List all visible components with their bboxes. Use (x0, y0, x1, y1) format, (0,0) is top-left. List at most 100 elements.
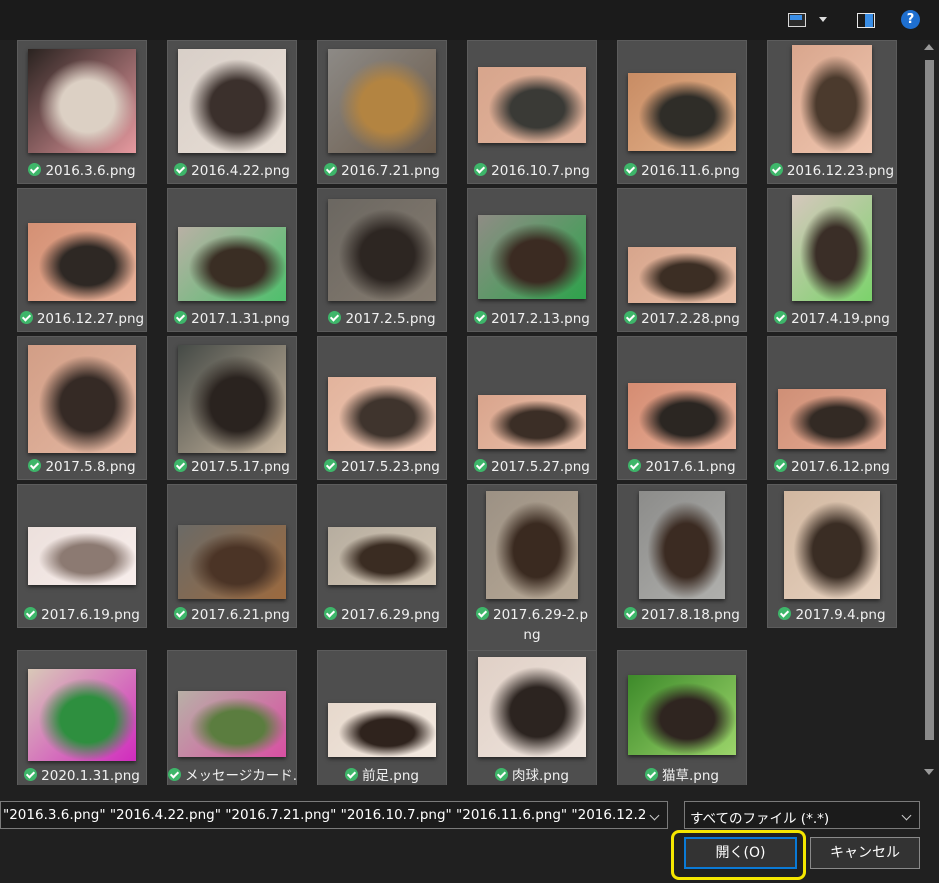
file-name: 2017.8.18.png (641, 607, 740, 623)
file-thumbnail[interactable] (28, 345, 136, 453)
file-thumbnail[interactable] (792, 45, 872, 153)
file-name: 2017.5.17.png (191, 459, 290, 475)
selected-check-icon (174, 163, 188, 176)
file-thumbnail[interactable] (639, 491, 725, 599)
file-thumbnail[interactable] (478, 215, 586, 299)
dialog-footer: "2016.3.6.png" "2016.4.22.png" "2016.7.2… (0, 785, 939, 883)
vertical-scrollbar[interactable] (920, 40, 939, 785)
file-tile[interactable]: 2017.6.19.png (17, 484, 147, 628)
file-name: 猫草.png (662, 768, 719, 784)
file-thumbnail[interactable] (28, 49, 136, 153)
filetype-select[interactable]: すべてのファイル (*.*) (684, 801, 920, 829)
file-tile[interactable]: 2017.5.17.png (167, 336, 297, 480)
preview-pane-icon[interactable] (857, 10, 875, 30)
file-thumbnail[interactable] (328, 199, 436, 301)
file-label: 2017.2.13.png (468, 310, 596, 328)
file-tile[interactable]: 2016.4.22.png (167, 40, 297, 184)
selected-check-icon (475, 607, 489, 620)
file-tile[interactable]: 2017.4.19.png (767, 188, 897, 332)
file-tile[interactable]: 猫草.png (617, 650, 747, 785)
file-tile[interactable]: 2016.10.7.png (467, 40, 597, 184)
file-name: 2017.6.29-2.png (492, 607, 589, 643)
file-thumbnail[interactable] (784, 491, 880, 599)
file-tile[interactable]: 2017.6.12.png (767, 336, 897, 480)
filetype-dropdown-icon[interactable] (897, 802, 919, 828)
file-tile[interactable]: 2017.5.27.png (467, 336, 597, 480)
file-tile[interactable]: 2017.6.21.png (167, 484, 297, 628)
file-thumbnail[interactable] (28, 669, 136, 761)
file-label: 2017.5.8.png (18, 458, 146, 476)
file-tile[interactable]: 2017.1.31.png (167, 188, 297, 332)
scroll-down-icon[interactable] (924, 769, 934, 777)
file-tile[interactable]: 2017.2.28.png (617, 188, 747, 332)
file-label: 2016.3.6.png (18, 162, 146, 180)
file-tile[interactable]: 2020.1.31.png (17, 650, 147, 785)
filename-dropdown-icon[interactable] (645, 802, 667, 828)
file-label: メッセージカード. (168, 767, 297, 785)
file-thumbnail[interactable] (178, 227, 286, 301)
file-thumbnail[interactable] (792, 195, 872, 301)
file-tile[interactable]: 2017.6.29-2.png (467, 484, 597, 651)
scrollbar-thumb[interactable] (925, 60, 934, 740)
file-tile[interactable]: 2017.6.29.png (317, 484, 447, 628)
file-name: 2016.4.22.png (191, 163, 290, 179)
scroll-up-icon[interactable] (924, 44, 934, 52)
file-label: 2017.5.17.png (168, 458, 296, 476)
selected-check-icon (474, 163, 488, 176)
selected-check-icon (345, 768, 358, 781)
file-label: 2017.6.29.png (318, 606, 446, 624)
selected-check-icon (324, 607, 338, 620)
selected-check-icon (28, 459, 42, 472)
file-tile[interactable]: 肉球.png (467, 650, 597, 785)
file-tile[interactable]: 2017.5.8.png (17, 336, 147, 480)
file-tile[interactable]: 2016.11.6.png (617, 40, 747, 184)
file-tile[interactable]: 2017.9.4.png (767, 484, 897, 628)
chevron-down-icon[interactable] (818, 10, 828, 30)
file-thumbnail[interactable] (328, 377, 436, 451)
file-tile[interactable]: 2017.2.13.png (467, 188, 597, 332)
file-thumbnail[interactable] (328, 703, 436, 757)
file-thumbnail[interactable] (478, 395, 586, 449)
file-tile[interactable]: メッセージカード. (167, 650, 297, 785)
file-tile[interactable]: 2017.5.23.png (317, 336, 447, 480)
file-thumbnail[interactable] (28, 223, 136, 301)
file-thumbnail[interactable] (178, 49, 286, 153)
file-name: 2017.2.28.png (641, 311, 740, 327)
file-name: 2017.6.12.png (791, 459, 890, 475)
file-tile[interactable]: 2016.3.6.png (17, 40, 147, 184)
view-mode-icon[interactable] (788, 10, 806, 30)
file-tile[interactable]: 2017.8.18.png (617, 484, 747, 628)
file-label: 2016.11.6.png (618, 162, 746, 180)
file-thumbnail[interactable] (628, 73, 736, 151)
file-thumbnail[interactable] (178, 525, 286, 599)
file-label: 2016.4.22.png (168, 162, 296, 180)
file-thumbnail[interactable] (328, 527, 436, 585)
file-thumbnail[interactable] (628, 675, 736, 755)
file-thumbnail[interactable] (178, 691, 286, 757)
file-thumbnail[interactable] (628, 247, 736, 303)
file-tile[interactable]: 2017.2.5.png (317, 188, 447, 332)
filename-value[interactable]: "2016.3.6.png" "2016.4.22.png" "2016.7.2… (3, 807, 667, 823)
filetype-value: すべてのファイル (*.*) (690, 811, 830, 827)
cancel-button[interactable]: キャンセル (810, 837, 920, 869)
file-tile[interactable]: 前足.png (317, 650, 447, 785)
file-tile[interactable]: 2017.6.1.png (617, 336, 747, 480)
help-icon[interactable]: ? (901, 10, 920, 29)
file-name: 2017.9.4.png (795, 607, 886, 623)
file-thumbnail[interactable] (178, 345, 286, 453)
file-thumbnail[interactable] (628, 383, 736, 449)
file-tile[interactable]: 2016.12.23.png (767, 40, 897, 184)
file-thumbnail[interactable] (28, 527, 136, 585)
file-tile[interactable]: 2016.7.21.png (317, 40, 447, 184)
file-thumbnail[interactable] (486, 491, 578, 599)
file-thumbnail[interactable] (478, 67, 586, 143)
file-thumbnail[interactable] (478, 657, 586, 757)
file-tile[interactable]: 2016.12.27.png (17, 188, 147, 332)
file-name: 2017.5.23.png (341, 459, 440, 475)
open-button[interactable]: 開く(O) (684, 837, 797, 869)
file-label: 2020.1.31.png (18, 767, 146, 785)
file-thumbnail[interactable] (778, 389, 886, 449)
file-thumbnail[interactable] (328, 49, 436, 153)
filename-field[interactable]: "2016.3.6.png" "2016.4.22.png" "2016.7.2… (0, 801, 668, 829)
file-name: 2017.5.27.png (491, 459, 590, 475)
